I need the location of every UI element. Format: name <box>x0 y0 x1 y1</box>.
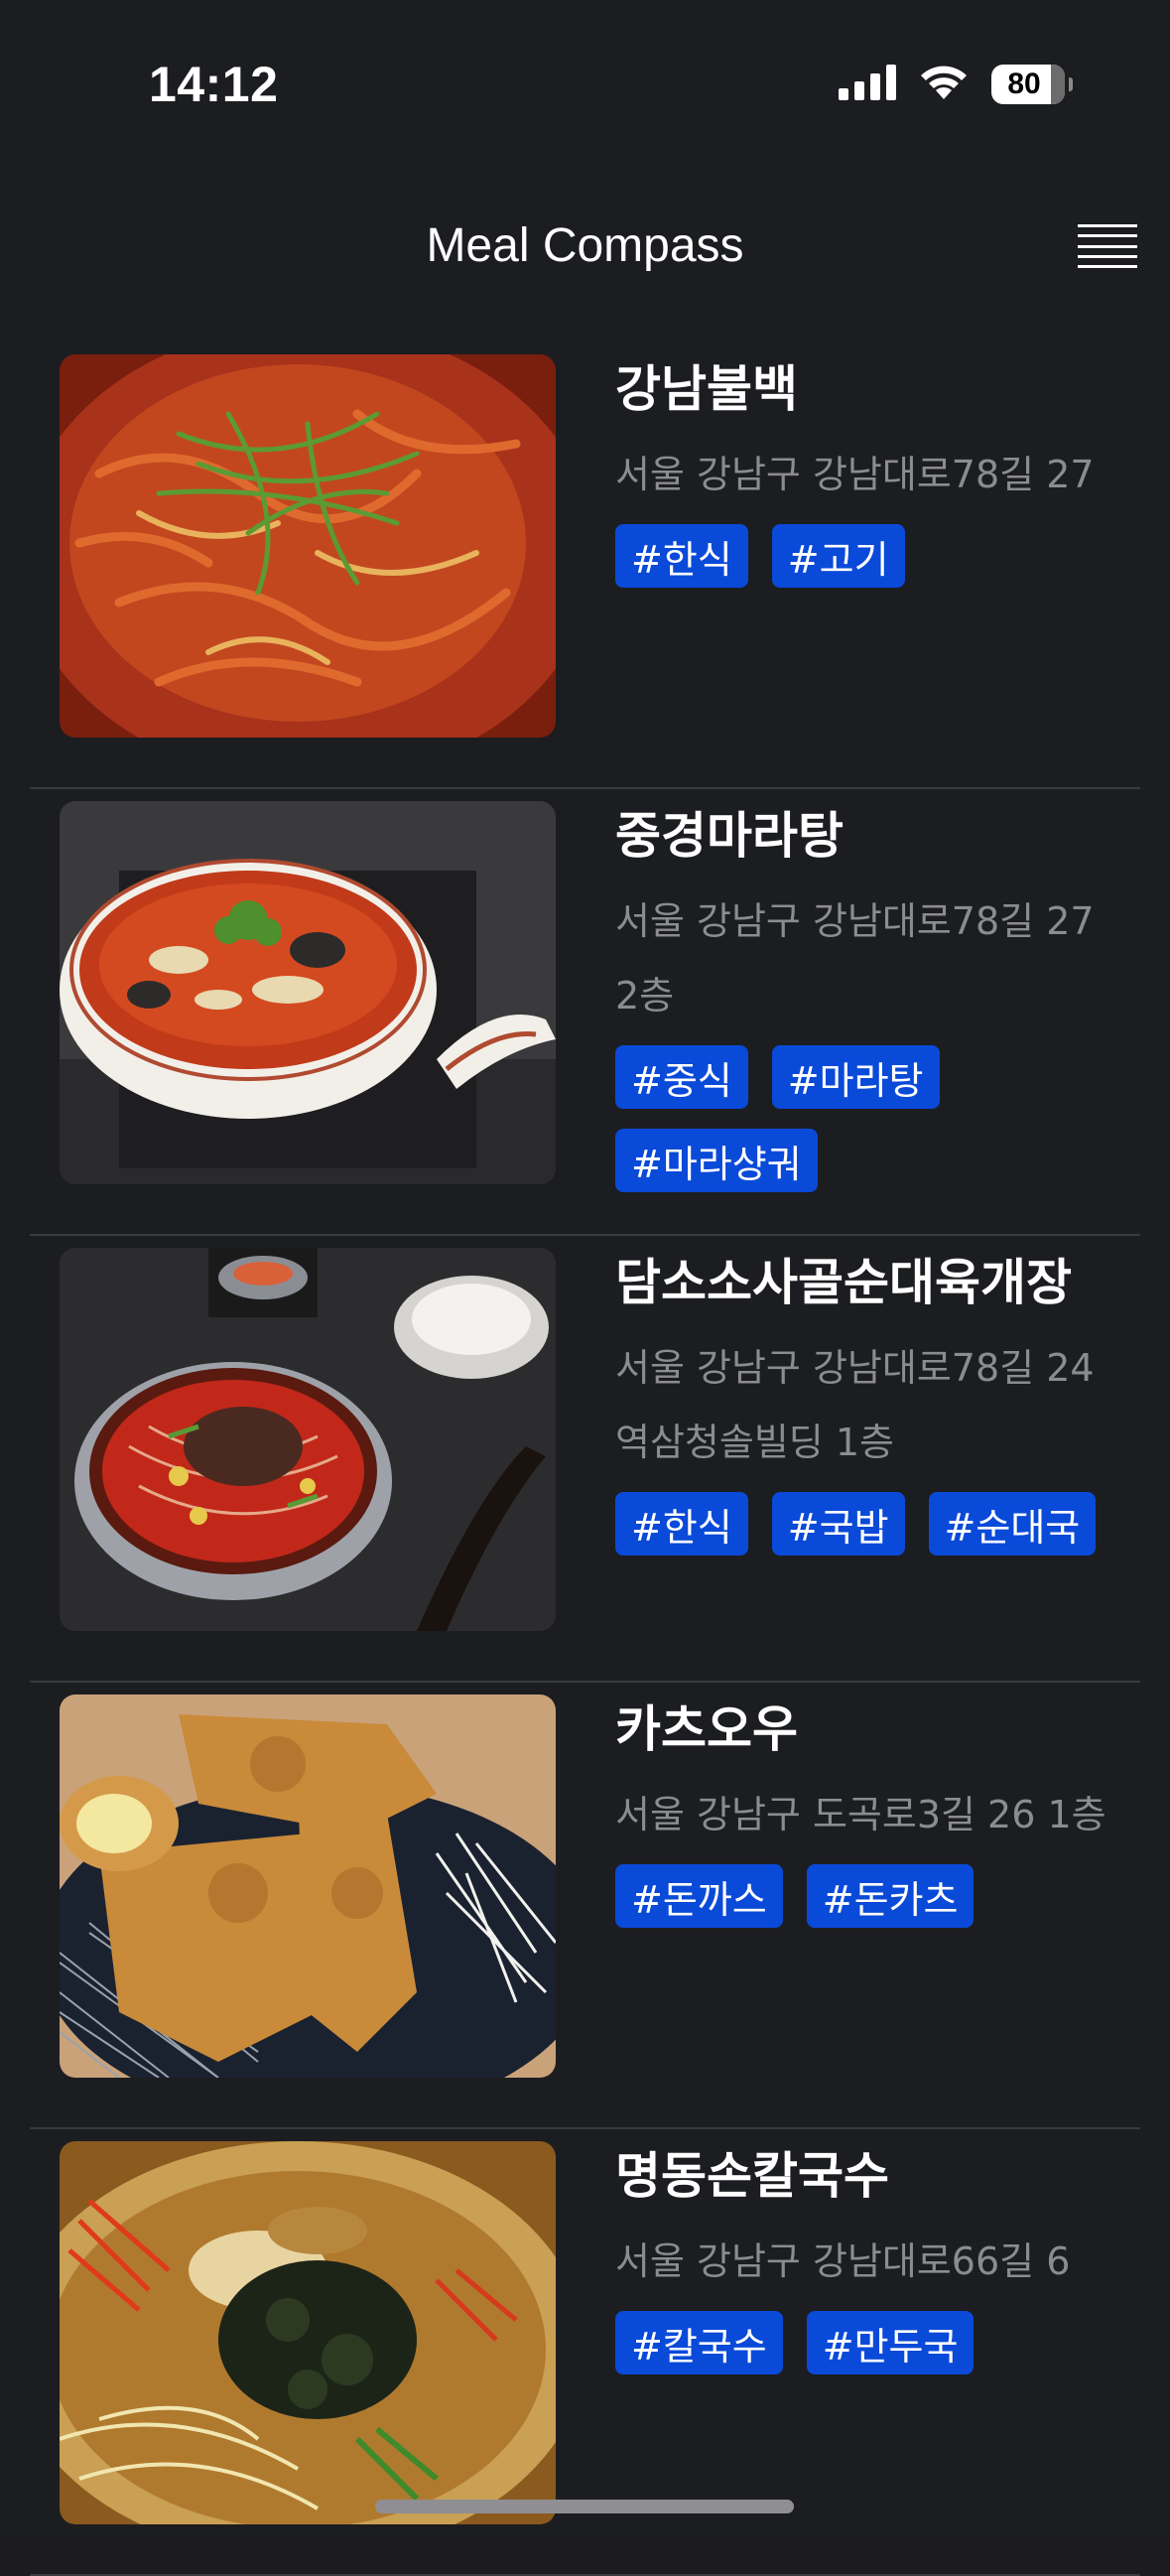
restaurant-card[interactable]: 강남불백 서울 강남구 강남대로78길 27 #한식 #고기 <box>0 342 1170 789</box>
restaurant-info: 명동손칼국수 서울 강남구 강남대로66길 6 #칼국수 #만두국 <box>615 2141 1131 2374</box>
restaurant-info: 강남불백 서울 강남구 강남대로78길 27 #한식 #고기 <box>615 354 1131 588</box>
tag-chip[interactable]: #순대국 <box>928 1492 1097 1556</box>
restaurant-name: 담소소사골순대육개장 <box>615 1254 1072 1311</box>
restaurant-info: 중경마라탕 서울 강남구 강남대로78길 27 2층 #중식 #마라탕 #마라샹… <box>615 801 1131 1192</box>
spicy-pork-bulgogi-image <box>60 354 556 738</box>
app-title: Meal Compass <box>426 219 744 272</box>
tag-chip[interactable]: #돈까스 <box>615 1864 783 1928</box>
hamburger-menu-button[interactable] <box>1078 224 1137 268</box>
restaurant-photo <box>60 2141 556 2524</box>
restaurant-info: 카츠오우 서울 강남구 도곡로3길 26 1층 #돈까스 #돈카츠 <box>615 1695 1131 1928</box>
restaurant-list: 강남불백 서울 강남구 강남대로78길 27 #한식 #고기 중경마라탕 서울 … <box>0 342 1170 2576</box>
status-bar: 14:12 80 <box>0 0 1170 149</box>
tag-list: #중식 #마라탕 #마라샹궈 <box>615 1045 1111 1192</box>
restaurant-name: 중경마라탕 <box>615 807 844 865</box>
status-icons: 80 <box>839 64 1073 105</box>
tag-chip[interactable]: #돈카츠 <box>806 1864 975 1928</box>
restaurant-address: 서울 강남구 강남대로78길 24 역삼청솔빌딩 1층 <box>615 1346 1095 1464</box>
restaurant-photo <box>60 1695 556 2078</box>
restaurant-card[interactable]: 중경마라탕 서울 강남구 강남대로78길 27 2층 #중식 #마라탕 #마라샹… <box>0 789 1170 1236</box>
yukgaejang-bowl-image <box>60 1248 556 1631</box>
restaurant-photo <box>60 1248 556 1631</box>
malatang-bowl-image <box>60 801 556 1184</box>
battery-icon: 80 <box>991 65 1065 104</box>
battery-tip <box>1069 77 1073 91</box>
restaurant-photo <box>60 801 556 1184</box>
tonkatsu-plate-image <box>60 1695 556 2078</box>
restaurant-address: 서울 강남구 강남대로66길 6 <box>615 2239 1071 2283</box>
restaurant-card[interactable]: 카츠오우 서울 강남구 도곡로3길 26 1층 #돈까스 #돈카츠 <box>0 1683 1170 2129</box>
cellular-signal-icon <box>839 65 896 104</box>
tag-list: #한식 #고기 <box>615 524 1111 588</box>
tag-chip[interactable]: #마라탕 <box>771 1045 940 1109</box>
wifi-icon <box>918 64 970 105</box>
restaurant-name: 명동손칼국수 <box>615 2147 889 2205</box>
tag-chip[interactable]: #국밥 <box>771 1492 905 1556</box>
restaurant-address: 서울 강남구 도곡로3길 26 1층 <box>615 1793 1106 1836</box>
tag-list: #한식 #국밥 #순대국 <box>615 1492 1111 1556</box>
restaurant-address: 서울 강남구 강남대로78길 27 2층 <box>615 899 1095 1017</box>
battery-level: 80 <box>1007 68 1041 100</box>
tag-chip[interactable]: #한식 <box>615 1492 748 1556</box>
tag-chip[interactable]: #중식 <box>615 1045 748 1109</box>
restaurant-card[interactable]: 담소소사골순대육개장 서울 강남구 강남대로78길 24 역삼청솔빌딩 1층 #… <box>0 1236 1170 1683</box>
restaurant-address: 서울 강남구 강남대로78길 27 <box>615 453 1095 496</box>
tag-chip[interactable]: #칼국수 <box>615 2311 783 2374</box>
tag-chip[interactable]: #고기 <box>771 524 905 588</box>
tag-list: #칼국수 #만두국 <box>615 2311 1111 2374</box>
tag-chip[interactable]: #만두국 <box>806 2311 975 2374</box>
app-header: Meal Compass <box>0 199 1170 298</box>
tag-chip[interactable]: #마라샹궈 <box>615 1129 818 1192</box>
tag-list: #돈까스 #돈카츠 <box>615 1864 1111 1928</box>
hamburger-menu-icon <box>1078 224 1137 227</box>
home-indicator[interactable] <box>375 2500 794 2513</box>
restaurant-name: 강남불백 <box>615 360 798 418</box>
bibim-noodles-image <box>60 2141 556 2524</box>
tag-chip[interactable]: #한식 <box>615 524 748 588</box>
restaurant-photo <box>60 354 556 738</box>
restaurant-info: 담소소사골순대육개장 서울 강남구 강남대로78길 24 역삼청솔빌딩 1층 #… <box>615 1248 1131 1556</box>
restaurant-name: 카츠오우 <box>615 1700 798 1758</box>
status-time: 14:12 <box>149 57 279 112</box>
